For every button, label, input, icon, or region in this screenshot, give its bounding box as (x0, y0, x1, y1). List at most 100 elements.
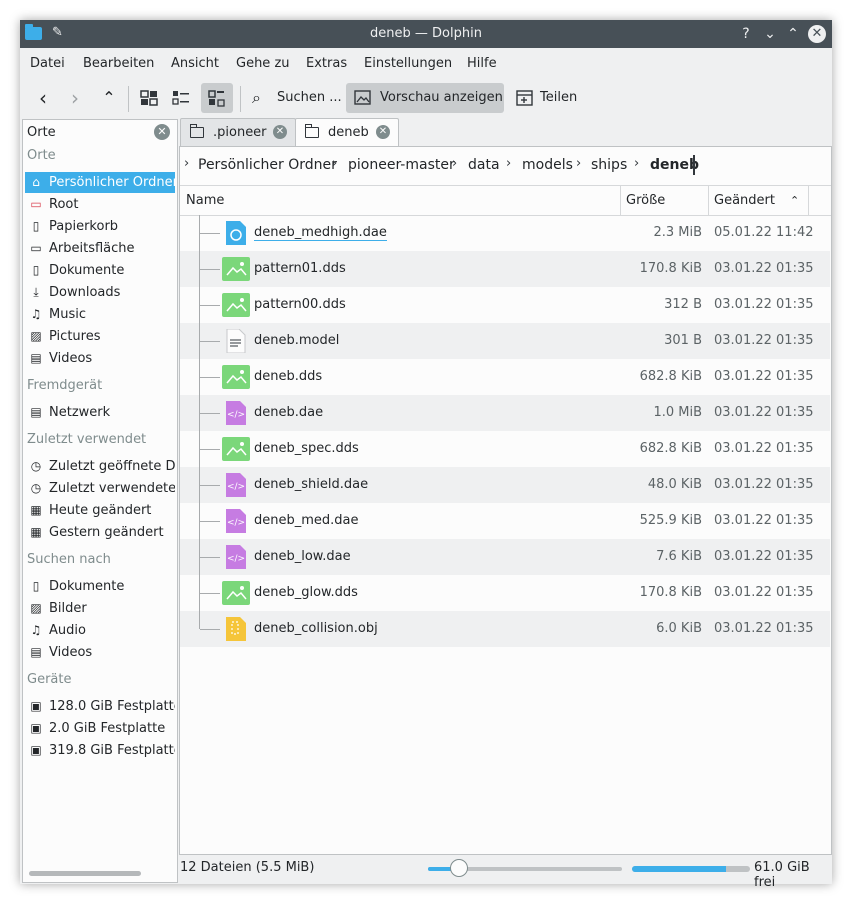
breadcrumb-home[interactable]: Persönlicher Ordner (198, 157, 337, 173)
sidebar-item[interactable]: ⌂ Persönlicher Ordner (25, 172, 175, 193)
image-file-icon (222, 437, 250, 461)
file-name[interactable]: deneb.dae (254, 405, 323, 420)
share-button[interactable]: Teilen (510, 83, 580, 113)
file-row[interactable]: deneb.dds 682.8 KiB 03.01.22 01:35 (180, 359, 830, 395)
back-button[interactable]: ‹ (30, 83, 56, 113)
breadcrumb[interactable]: › Persönlicher Ordner › pioneer-master ›… (180, 147, 831, 183)
tab-pioneer[interactable]: .pioneer ✕ (180, 118, 296, 146)
sidebar-item-label: Zuletzt geöffnete Dat (49, 459, 175, 474)
sidebar-item[interactable]: ◷ Zuletzt verwendete O (25, 478, 175, 499)
sidebar-item-label: Videos (49, 645, 93, 660)
file-name[interactable]: deneb.model (254, 333, 339, 348)
close-tab-button[interactable]: ✕ (376, 125, 390, 139)
toolbar-separator (240, 86, 241, 112)
file-name[interactable]: deneb_medhigh.dae (254, 225, 387, 241)
sidebar-item[interactable]: ▣ 2.0 GiB Festplatte (25, 718, 175, 739)
icons-view-button[interactable] (136, 83, 162, 113)
file-row[interactable]: deneb.model 301 B 03.01.22 01:35 (180, 323, 830, 359)
sidebar-scrollbar[interactable] (29, 871, 141, 876)
sidebar-item[interactable]: ▣ 319.8 GiB Festplatte (25, 740, 175, 761)
menu-gehe-zu[interactable]: Gehe zu (236, 56, 290, 71)
sidebar-item[interactable]: ▦ Heute geändert (25, 500, 175, 521)
file-row[interactable]: deneb_collision.obj 6.0 KiB 03.01.22 01:35 (180, 611, 830, 647)
file-name[interactable]: deneb_glow.dds (254, 585, 358, 600)
column-modified[interactable]: Geändert (714, 186, 775, 215)
column-size[interactable]: Größe (626, 186, 665, 215)
places-panel-title: Orte (27, 125, 56, 140)
sidebar-item[interactable]: ◷ Zuletzt geöffnete Dat (25, 456, 175, 477)
menu-extras[interactable]: Extras (306, 56, 347, 71)
sidebar-item[interactable]: ▤ Videos (25, 642, 175, 663)
breadcrumb-data[interactable]: data (468, 157, 500, 173)
close-tab-button[interactable]: ✕ (273, 125, 287, 139)
column-divider[interactable] (808, 186, 809, 215)
file-row[interactable]: </> deneb_shield.dae 48.0 KiB 03.01.22 01:3… (180, 467, 830, 503)
menu-hilfe[interactable]: Hilfe (467, 56, 497, 71)
sidebar-item[interactable]: ♫ Music (25, 304, 175, 325)
zoom-slider[interactable] (428, 859, 622, 877)
sidebar-item[interactable]: ▯ Dokumente (25, 576, 175, 597)
maximize-button[interactable]: ⌃ (783, 24, 803, 44)
menu-ansicht[interactable]: Ansicht (171, 56, 219, 71)
file-name[interactable]: deneb_collision.obj (254, 621, 378, 636)
sidebar-item[interactable]: ▨ Bilder (25, 598, 175, 619)
up-button[interactable]: ⌃ (96, 83, 122, 113)
breadcrumb-models[interactable]: models (522, 157, 573, 173)
help-button[interactable]: ? (736, 24, 756, 44)
sidebar-item[interactable]: ▦ Gestern geändert (25, 522, 175, 543)
sidebar-item[interactable]: ▭ Arbeitsfläche (25, 238, 175, 259)
sidebar-item[interactable]: ▭ Root (25, 194, 175, 215)
text-file-icon (222, 328, 248, 354)
column-name[interactable]: Name (186, 186, 224, 215)
close-window-button[interactable]: ✕ (808, 25, 826, 43)
file-name[interactable]: pattern00.dds (254, 297, 346, 312)
tab-deneb[interactable]: deneb ✕ (295, 118, 399, 147)
file-name[interactable]: pattern01.dds (254, 261, 346, 276)
zoom-slider-handle[interactable] (450, 859, 469, 877)
file-name[interactable]: deneb_low.dae (254, 549, 351, 564)
file-name[interactable]: deneb_med.dae (254, 513, 359, 528)
menu-einstellungen[interactable]: Einstellungen (364, 56, 452, 71)
breadcrumb-ships[interactable]: ships (591, 157, 627, 173)
column-divider[interactable] (708, 186, 709, 215)
file-row[interactable]: pattern01.dds 170.8 KiB 03.01.22 01:35 (180, 251, 830, 287)
column-divider[interactable] (620, 186, 621, 215)
file-row[interactable]: </> deneb_low.dae 7.6 KiB 03.01.22 01:35 (180, 539, 830, 575)
file-modified-date: 03.01.22 01:35 (714, 585, 814, 600)
file-name[interactable]: deneb.dds (254, 369, 322, 384)
file-name[interactable]: deneb_spec.dds (254, 441, 359, 456)
sidebar-item[interactable]: ⤓ Downloads (25, 282, 175, 303)
file-row[interactable]: </> deneb.dae 1.0 MiB 03.01.22 01:35 (180, 395, 830, 431)
preview-toggle-button[interactable]: Vorschau anzeigen (346, 83, 504, 113)
forward-button[interactable]: › (62, 83, 88, 113)
sidebar-item[interactable]: ♫ Audio (25, 620, 175, 641)
breadcrumb-deneb[interactable]: deneb (650, 157, 699, 173)
sidebar-item[interactable]: ▤ Videos (25, 348, 175, 369)
title-bar[interactable]: ✎ deneb — Dolphin ? ⌄ ⌃ ✕ (20, 20, 832, 48)
minimize-button[interactable]: ⌄ (760, 24, 780, 44)
file-name[interactable]: deneb_shield.dae (254, 477, 368, 492)
file-row[interactable]: deneb_medhigh.dae 2.3 MiB 05.01.22 11:42 (180, 215, 830, 251)
sidebar-item[interactable]: ▣ 128.0 GiB Festplatte (25, 696, 175, 717)
svg-text:</>: </> (227, 554, 245, 564)
status-summary: 12 Dateien (5.5 MiB) (180, 860, 315, 875)
menu-bearbeiten[interactable]: Bearbeiten (83, 56, 154, 71)
file-row[interactable]: pattern00.dds 312 B 03.01.22 01:35 (180, 287, 830, 323)
sidebar-item[interactable]: ▯ Dokumente (25, 260, 175, 281)
sidebar-item[interactable]: ▯ Papierkorb (25, 216, 175, 237)
compact-view-button[interactable] (168, 83, 194, 113)
sidebar-item[interactable]: ▨ Pictures (25, 326, 175, 347)
file-row[interactable]: deneb_spec.dds 682.8 KiB 03.01.22 01:35 (180, 431, 830, 467)
file-row[interactable]: </> deneb_med.dae 525.9 KiB 03.01.22 01:35 (180, 503, 830, 539)
breadcrumb-pioneer-master[interactable]: pioneer-master (348, 157, 455, 173)
menu-datei[interactable]: Datei (30, 56, 65, 71)
file-row[interactable]: deneb_glow.dds 170.8 KiB 03.01.22 01:35 (180, 575, 830, 611)
sidebar-item[interactable]: ▤ Netzwerk (25, 402, 175, 423)
chevron-right-icon: › (506, 156, 512, 171)
file-size: 525.9 KiB (639, 513, 702, 528)
tree-branch (200, 305, 220, 306)
search-button[interactable]: ⌕ Suchen ... (248, 83, 342, 113)
file-modified-date: 03.01.22 01:35 (714, 513, 814, 528)
details-view-button[interactable] (201, 83, 233, 113)
close-panel-button[interactable]: ✕ (154, 124, 170, 140)
